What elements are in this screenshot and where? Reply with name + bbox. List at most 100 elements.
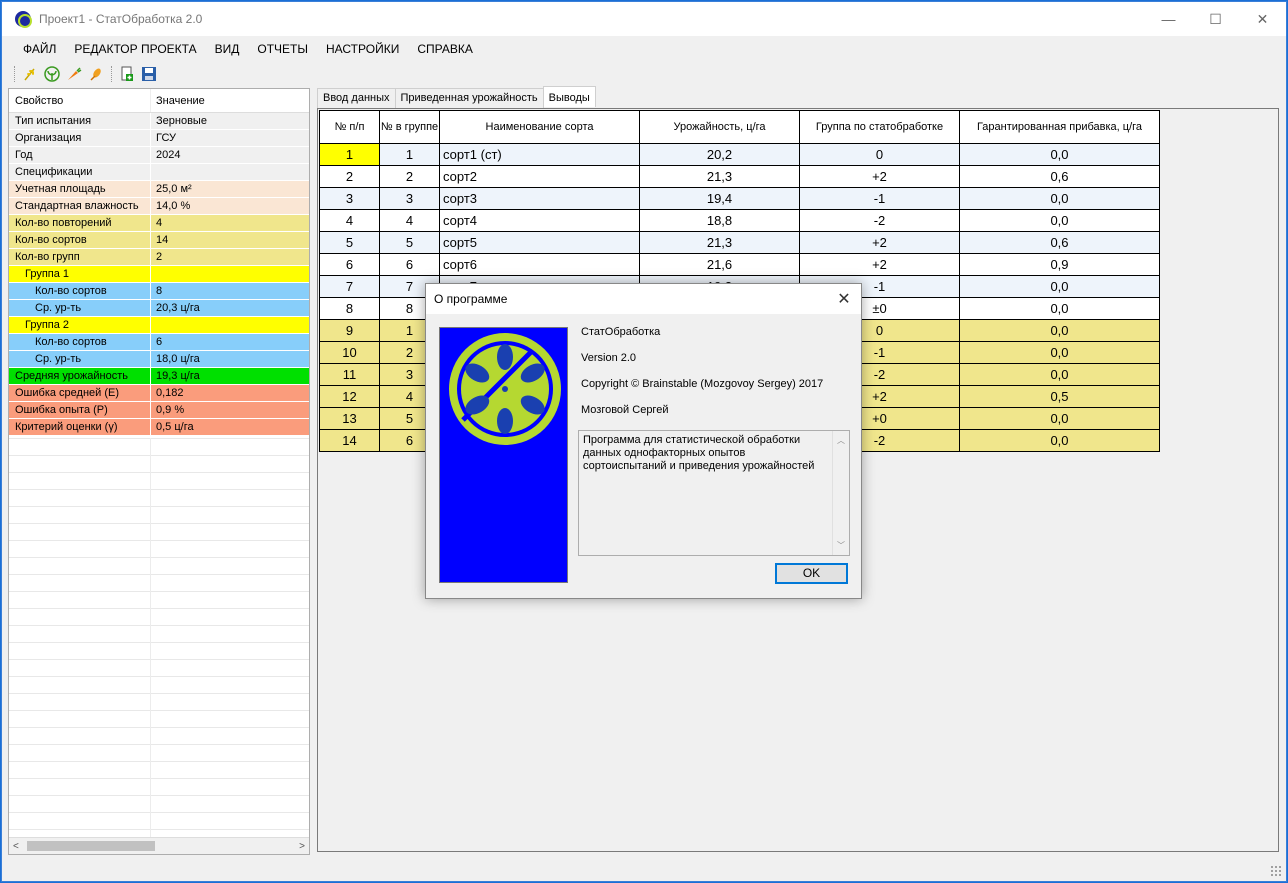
menu-view[interactable]: ВИД bbox=[206, 38, 249, 60]
scroll-thumb[interactable] bbox=[27, 841, 155, 851]
col-index[interactable]: № п/п bbox=[319, 110, 380, 144]
table-cell[interactable]: 0,0 bbox=[959, 275, 1160, 298]
table-row[interactable]: 5 5 сорт5 21,3 +2 0,6 bbox=[319, 231, 1160, 254]
table-cell[interactable]: 0,5 bbox=[959, 385, 1160, 408]
property-value[interactable]: 2 bbox=[150, 249, 309, 265]
table-cell[interactable]: 0,6 bbox=[959, 165, 1160, 188]
scroll-left-icon[interactable]: < bbox=[13, 841, 19, 852]
property-row[interactable]: Критерий оценки (γ) 0,5 ц/га bbox=[9, 419, 309, 436]
table-cell[interactable]: -1 bbox=[799, 187, 960, 210]
property-row[interactable]: Стандартная влажность 14,0 % bbox=[9, 198, 309, 215]
table-row[interactable]: 1 1 сорт1 (ст) 20,2 0 0,0 bbox=[319, 143, 1160, 166]
menu-project-editor[interactable]: РЕДАКТОР ПРОЕКТА bbox=[65, 38, 205, 60]
menu-help[interactable]: СПРАВКА bbox=[408, 38, 482, 60]
table-cell[interactable]: 0 bbox=[799, 143, 960, 166]
property-row[interactable]: Кол-во сортов 8 bbox=[9, 283, 309, 300]
table-cell[interactable]: 21,6 bbox=[639, 253, 800, 276]
table-cell[interactable]: +2 bbox=[799, 231, 960, 254]
description-box[interactable]: Программа для статистической обработки д… bbox=[578, 430, 850, 556]
table-cell[interactable]: 6 bbox=[319, 253, 380, 276]
title-bar[interactable]: Проект1 - СтатОбработка 2.0 — ☐ ✕ bbox=[2, 2, 1286, 36]
property-value[interactable]: 0,182 bbox=[150, 385, 309, 401]
table-cell[interactable]: сорт6 bbox=[439, 253, 640, 276]
description-scrollbar[interactable]: ︿ ﹀ bbox=[832, 431, 849, 555]
resize-grip[interactable] bbox=[1270, 865, 1282, 877]
col-variety-name[interactable]: Наименование сорта bbox=[439, 110, 640, 144]
property-value[interactable]: 6 bbox=[150, 334, 309, 350]
ok-button[interactable]: OK bbox=[775, 563, 848, 584]
table-cell[interactable]: сорт5 bbox=[439, 231, 640, 254]
property-row[interactable]: Учетная площадь 25,0 м² bbox=[9, 181, 309, 198]
table-cell[interactable]: 3 bbox=[319, 187, 380, 210]
table-cell[interactable]: 13 bbox=[319, 407, 380, 430]
scroll-down-icon[interactable]: ﹀ bbox=[837, 539, 845, 552]
table-cell[interactable]: 0,9 bbox=[959, 253, 1160, 276]
table-cell[interactable]: 8 bbox=[319, 297, 380, 320]
property-value[interactable] bbox=[150, 164, 309, 180]
tab-adjusted-yield[interactable]: Приведенная урожайность bbox=[394, 88, 544, 108]
table-row[interactable]: 2 2 сорт2 21,3 +2 0,6 bbox=[319, 165, 1160, 188]
property-row[interactable]: Кол-во повторений 4 bbox=[9, 215, 309, 232]
property-value[interactable] bbox=[150, 266, 309, 282]
table-cell[interactable]: 1 bbox=[319, 143, 380, 166]
menu-file[interactable]: ФАЙЛ bbox=[14, 38, 65, 60]
table-cell[interactable]: 0,6 bbox=[959, 231, 1160, 254]
property-row[interactable]: Организация ГСУ bbox=[9, 130, 309, 147]
property-row[interactable]: Спецификации bbox=[9, 164, 309, 181]
table-cell[interactable]: 2 bbox=[319, 165, 380, 188]
table-cell[interactable]: 10 bbox=[319, 341, 380, 364]
table-row[interactable]: 6 6 сорт6 21,6 +2 0,9 bbox=[319, 253, 1160, 276]
table-cell[interactable]: 20,2 bbox=[639, 143, 800, 166]
corn-icon[interactable] bbox=[85, 64, 107, 84]
menu-settings[interactable]: НАСТРОЙКИ bbox=[317, 38, 408, 60]
table-cell[interactable]: 12 bbox=[319, 385, 380, 408]
minimize-button[interactable]: — bbox=[1145, 2, 1192, 36]
table-cell[interactable]: 5 bbox=[319, 231, 380, 254]
table-cell[interactable]: сорт2 bbox=[439, 165, 640, 188]
table-cell[interactable]: -2 bbox=[799, 209, 960, 232]
col-yield[interactable]: Урожайность, ц/га bbox=[639, 110, 800, 144]
menu-reports[interactable]: ОТЧЕТЫ bbox=[248, 38, 317, 60]
table-cell[interactable]: 4 bbox=[379, 209, 440, 232]
table-cell[interactable]: 19,4 bbox=[639, 187, 800, 210]
property-value[interactable]: 14,0 % bbox=[150, 198, 309, 214]
table-cell[interactable]: сорт4 bbox=[439, 209, 640, 232]
property-row[interactable]: Год 2024 bbox=[9, 147, 309, 164]
scroll-right-icon[interactable]: > bbox=[299, 841, 305, 852]
table-cell[interactable]: 21,3 bbox=[639, 231, 800, 254]
table-cell[interactable]: сорт3 bbox=[439, 187, 640, 210]
property-value[interactable]: Зерновые bbox=[150, 113, 309, 129]
property-value[interactable]: 0,9 % bbox=[150, 402, 309, 418]
table-cell[interactable]: 0,0 bbox=[959, 341, 1160, 364]
property-row[interactable]: Ср. ур-ть 20,3 ц/га bbox=[9, 300, 309, 317]
property-value[interactable]: 18,0 ц/га bbox=[150, 351, 309, 367]
table-cell[interactable]: сорт1 (ст) bbox=[439, 143, 640, 166]
table-cell[interactable]: 6 bbox=[379, 253, 440, 276]
table-cell[interactable]: 4 bbox=[319, 209, 380, 232]
col-stat-group[interactable]: Группа по статобработке bbox=[799, 110, 960, 144]
table-cell[interactable]: +2 bbox=[799, 165, 960, 188]
seedling-icon[interactable] bbox=[41, 64, 63, 84]
table-cell[interactable]: 11 bbox=[319, 363, 380, 386]
maximize-button[interactable]: ☐ bbox=[1192, 2, 1239, 36]
property-value[interactable]: 2024 bbox=[150, 147, 309, 163]
table-cell[interactable]: 1 bbox=[379, 143, 440, 166]
table-cell[interactable]: 21,3 bbox=[639, 165, 800, 188]
table-cell[interactable]: +2 bbox=[799, 253, 960, 276]
property-row[interactable]: Кол-во групп 2 bbox=[9, 249, 309, 266]
dialog-title-bar[interactable]: О программе ✕ bbox=[426, 284, 861, 314]
close-button[interactable]: ✕ bbox=[1239, 2, 1286, 36]
col-guaranteed-gain[interactable]: Гарантированная прибавка, ц/га bbox=[959, 110, 1160, 144]
table-cell[interactable]: 2 bbox=[379, 165, 440, 188]
property-row[interactable]: Средняя урожайность 19,3 ц/га bbox=[9, 368, 309, 385]
property-value[interactable]: 25,0 м² bbox=[150, 181, 309, 197]
property-value[interactable]: 0,5 ц/га bbox=[150, 419, 309, 435]
table-cell[interactable]: 0,0 bbox=[959, 319, 1160, 342]
carrot-icon[interactable] bbox=[63, 64, 85, 84]
table-cell[interactable]: 0,0 bbox=[959, 187, 1160, 210]
horizontal-scrollbar[interactable]: < > bbox=[9, 837, 309, 854]
add-file-icon[interactable] bbox=[116, 64, 138, 84]
dialog-close-button[interactable]: ✕ bbox=[827, 284, 861, 314]
property-value[interactable]: 14 bbox=[150, 232, 309, 248]
table-cell[interactable]: 0,0 bbox=[959, 429, 1160, 452]
